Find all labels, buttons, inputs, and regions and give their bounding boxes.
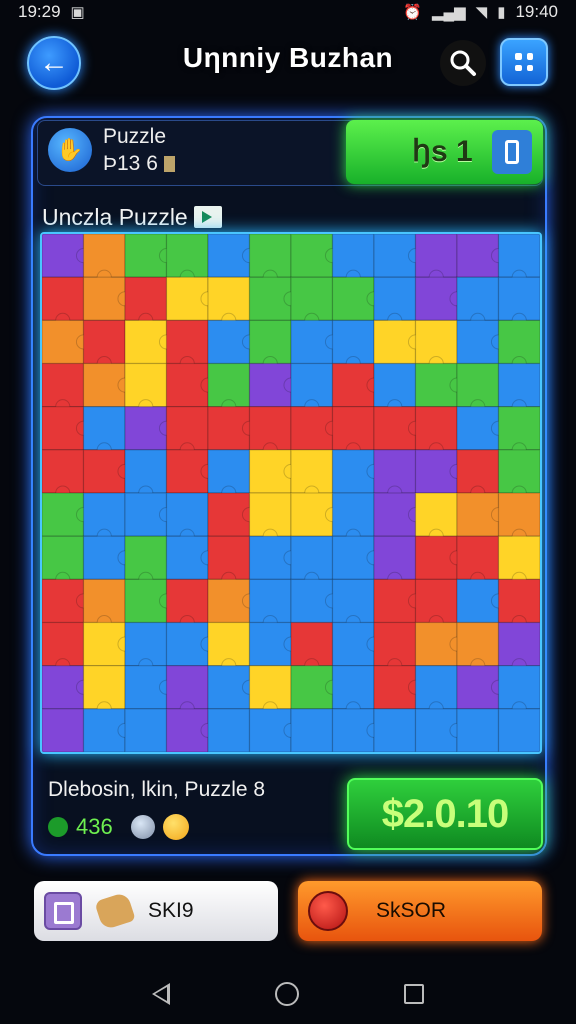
score-button[interactable]: ꜧs 1 — [346, 120, 543, 184]
puzzle-board[interactable] — [40, 232, 542, 754]
orb-icon — [130, 815, 155, 839]
search-icon — [450, 50, 476, 76]
alarm-icon: ⏰ — [403, 4, 422, 21]
score-action-label: SkSOR — [376, 899, 447, 922]
arrow-left-icon: ← — [39, 46, 69, 79]
puzzle-board-canvas — [42, 234, 540, 752]
top-bar: ← Uηnniy Buzhan — [0, 30, 576, 92]
info-subtitle: Ϸ13 6 — [103, 152, 175, 176]
skip-label: SKI9 — [148, 899, 194, 922]
smiley-icon — [162, 814, 189, 840]
grid-menu-button[interactable] — [500, 38, 548, 86]
status-time-left: 19:29 — [18, 2, 61, 21]
grid-menu-icon — [515, 53, 522, 60]
nav-home-icon[interactable] — [274, 982, 299, 1006]
signal-icon: ▂▄▆ — [431, 4, 466, 21]
info-subtitle-text: Ϸ13 6 — [103, 152, 158, 175]
score-action-button[interactable]: SkSOR — [298, 881, 542, 941]
price-button[interactable]: $2.0.10 — [347, 778, 543, 850]
wifi-icon: ◥ — [475, 4, 488, 21]
nav-back-icon[interactable] — [152, 983, 171, 1005]
clipboard-icon — [44, 892, 82, 930]
puzzle-piece-icon: ✋ — [48, 128, 92, 172]
info-title: Puzzle — [103, 125, 167, 148]
page-title: Uηnniy Buzhan — [182, 42, 394, 73]
coin-icon — [48, 817, 68, 837]
back-button[interactable]: ← — [27, 36, 81, 90]
card-icon — [163, 156, 175, 172]
section-label: Unczla Puzzle — [42, 204, 222, 231]
search-button[interactable] — [440, 40, 486, 86]
nav-recents-icon[interactable] — [403, 984, 424, 1004]
stat-value: 436 — [76, 814, 113, 839]
status-bar: 19:29 ▣ ⏰ ▂▄▆ ◥ ▮ 19:40 — [0, 0, 576, 24]
puzzle-description: Dlebosin, lkin, Puzzle 8 — [48, 778, 266, 801]
system-nav-bar — [0, 964, 576, 1024]
board-gloss — [42, 234, 540, 752]
puzzle-piece-icon — [94, 891, 136, 931]
notification-icon: ▣ — [70, 4, 85, 21]
score-label: ꜧs 1 — [412, 135, 473, 168]
level-badge-icon — [492, 130, 532, 174]
battery-icon: ▮ — [497, 4, 506, 21]
section-label-text: Unczla Puzzle — [42, 204, 188, 230]
skip-button[interactable]: SKI9 — [34, 881, 278, 941]
status-time-right: 19:40 — [515, 2, 558, 21]
flag-icon — [193, 206, 222, 228]
balloon-icon — [308, 891, 348, 931]
bottom-stats: 436 — [48, 814, 189, 840]
